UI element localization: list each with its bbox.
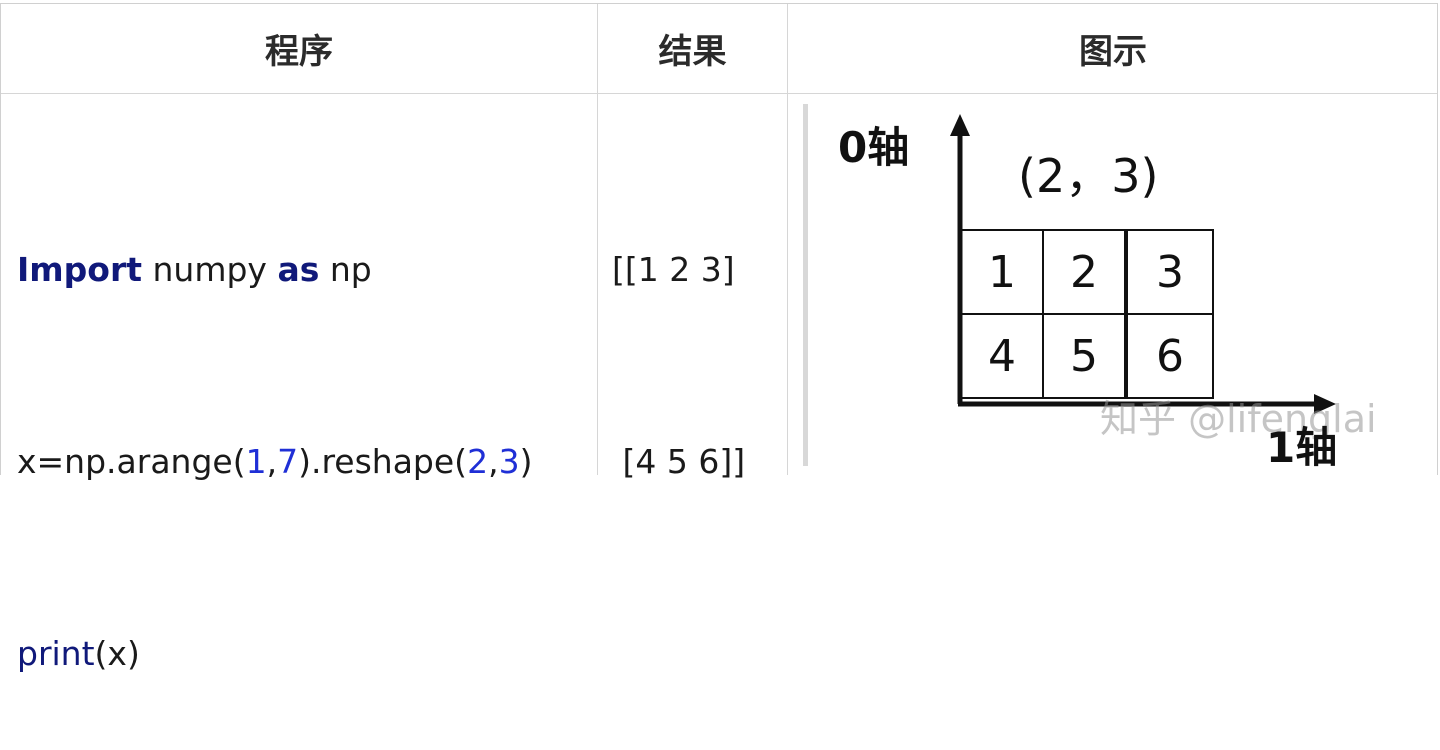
axis-0-label: 0轴 (838, 123, 910, 172)
grid-cell: 1 (960, 229, 1044, 315)
code-text: x=np.arange( (17, 442, 246, 481)
code-line-3: print(x) (17, 622, 532, 686)
keyword-as: as (277, 250, 320, 289)
grid-cell: 2 (1042, 229, 1126, 315)
grid-cell: 4 (960, 313, 1044, 399)
keyword-import: Import (17, 250, 143, 289)
header-result: 结果 (658, 32, 727, 72)
result-line-2: [4 5 6]] (612, 442, 746, 481)
shape-label: (2，3) (1018, 149, 1159, 203)
code-text: ) (519, 442, 533, 481)
header-program: 程序 (265, 32, 333, 72)
number-literal: 3 (498, 442, 520, 481)
grid-cell: 6 (1126, 313, 1214, 399)
code-text: , (488, 442, 499, 481)
header-diagram: 图示 (1079, 32, 1147, 72)
number-literal: 7 (277, 442, 299, 481)
code-text: ).reshape( (298, 442, 468, 481)
axis-0-arrow-icon (950, 114, 970, 136)
grid-cell: 3 (1126, 229, 1214, 315)
code-block: Import numpy as np x=np.arange(1,7).resh… (17, 110, 532, 750)
axis-1-label: 1轴 (1266, 423, 1338, 472)
grid-cell: 5 (1042, 313, 1126, 399)
number-literal: 2 (467, 442, 489, 481)
code-text: np (319, 250, 372, 289)
code-text: , (266, 442, 278, 481)
quote-bar (803, 104, 808, 466)
code-line-1: Import numpy as np (17, 238, 532, 302)
header-divider (1, 93, 1437, 94)
result-output: [[1 2 3] [4 5 6]] (612, 110, 745, 558)
code-text: (x) (94, 634, 140, 673)
number-literal: 1 (245, 442, 267, 481)
code-text: numpy (142, 250, 278, 289)
result-line-1: [[1 2 3] (612, 250, 735, 289)
code-line-2: x=np.arange(1,7).reshape(2,3) (17, 430, 532, 494)
builtin-print: print (17, 634, 95, 673)
